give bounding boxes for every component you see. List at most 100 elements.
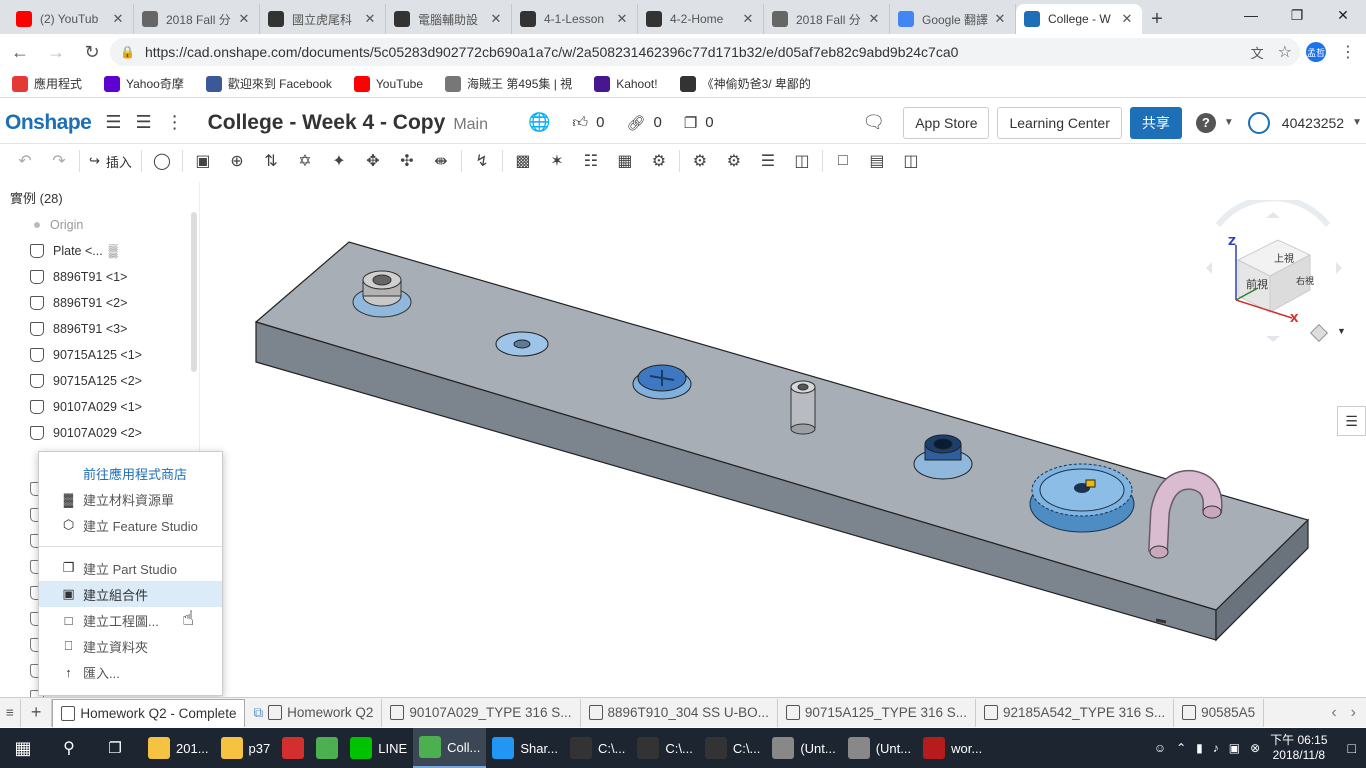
rotate-up-arrow-icon[interactable] xyxy=(1266,212,1280,218)
links-counter[interactable]: 🔗︎ 0 xyxy=(626,114,661,132)
bookmark-item[interactable]: Yahoo奇摩 xyxy=(104,75,184,92)
instance-origin[interactable]: Origin xyxy=(0,212,189,238)
url-field[interactable]: 🔒 https://cad.onshape.com/documents/5c05… xyxy=(110,38,1300,66)
bookmark-item[interactable]: 歡迎來到 Facebook xyxy=(205,75,332,92)
taskbar-app[interactable]: (Unt... xyxy=(842,728,917,768)
browser-tab[interactable]: Google 翻譯 ✕ xyxy=(890,4,1016,34)
rotate-down-arrow-icon[interactable] xyxy=(1266,336,1280,342)
planar-mate-icon[interactable]: ✡ xyxy=(288,146,322,176)
taskbar-app[interactable]: LINE xyxy=(344,728,413,768)
slider-mate-icon[interactable]: ⇅ xyxy=(254,146,288,176)
browser-tab[interactable]: 電腦輔助設 ✕ xyxy=(386,4,512,34)
ime-close-icon[interactable]: ⊗ xyxy=(1250,741,1260,755)
search-icon[interactable]: ⚲ xyxy=(46,728,92,768)
bookmark-item[interactable]: 《神偷奶爸3/ 卑鄙的 xyxy=(679,75,811,92)
branch-name[interactable]: Main xyxy=(453,116,488,134)
user-avatar-icon[interactable] xyxy=(1247,111,1270,134)
hamburger-menu-icon[interactable]: ☰ xyxy=(105,112,121,133)
onshape-logo[interactable]: Onshape xyxy=(5,111,92,135)
feature-list-icon[interactable]: ☰ xyxy=(136,112,152,133)
globe-icon[interactable]: 🌐 xyxy=(528,112,550,133)
minimize-icon[interactable]: — xyxy=(1228,0,1274,30)
taskbar-app[interactable]: wor... xyxy=(917,728,988,768)
close-window-icon[interactable]: ✕ xyxy=(1320,0,1366,30)
tangent-mate-icon[interactable]: ↯ xyxy=(465,146,499,176)
circular-pattern-icon[interactable]: ⚙ xyxy=(642,146,676,176)
scroll-tabs-right-icon[interactable]: › xyxy=(1351,704,1356,722)
bookmark-item[interactable]: YouTube xyxy=(353,75,423,92)
document-tab[interactable]: 90715A125_TYPE 316 S... xyxy=(778,698,976,727)
forward-icon[interactable]: → xyxy=(40,36,72,68)
chrome-menu-icon[interactable]: ⋮ xyxy=(1340,42,1356,62)
assembly-model[interactable] xyxy=(200,182,1366,694)
screw-relation-icon[interactable]: ☰ xyxy=(751,146,785,176)
pin-part[interactable] xyxy=(790,380,816,435)
graphics-viewport[interactable] xyxy=(200,182,1366,694)
likes-counter[interactable]: 👍︎ 0 xyxy=(572,114,604,132)
people-icon[interactable]: ☺ xyxy=(1154,741,1166,755)
instance-item[interactable]: 8896T91 <2> xyxy=(0,290,189,316)
document-tab[interactable]: 90585A5 xyxy=(1174,698,1265,727)
taskbar-app[interactable]: (Unt... xyxy=(766,728,841,768)
parallel-mate-icon[interactable]: ⇼ xyxy=(424,146,458,176)
taskbar-app[interactable] xyxy=(276,728,310,768)
instance-item[interactable]: Plate <... ▒ xyxy=(0,238,189,264)
menu-item-import[interactable]: ↑ 匯入... xyxy=(39,659,222,685)
taskbar-app[interactable] xyxy=(310,728,344,768)
plate-top-face[interactable] xyxy=(254,241,1310,611)
instance-item[interactable]: 90715A125 <2> xyxy=(0,368,189,394)
document-tab[interactable]: 8896T910_304 SS U-BO... xyxy=(581,698,778,727)
scroll-tabs-left-icon[interactable]: ‹ xyxy=(1331,704,1336,722)
document-tab[interactable]: 90107A029_TYPE 316 S... xyxy=(382,698,581,727)
measure-icon[interactable]: ◫ xyxy=(894,146,928,176)
insert-button[interactable]: ↪ 插入 xyxy=(83,152,138,171)
bookmark-item[interactable]: Kahoot! xyxy=(594,75,658,92)
instance-item[interactable]: 90715A125 <1> xyxy=(0,342,189,368)
pin-slot-mate-icon[interactable]: ✥ xyxy=(356,146,390,176)
instance-item[interactable]: 8896T91 <1> xyxy=(0,264,189,290)
menu-item-feature-studio[interactable]: ⬡ 建立 Feature Studio xyxy=(39,512,222,538)
taskbar-app[interactable]: C:\... xyxy=(699,728,766,768)
close-tab-icon[interactable]: ✕ xyxy=(111,11,125,27)
rack-pinion-icon[interactable]: ⚙ xyxy=(717,146,751,176)
standard-content-icon[interactable]: ◯ xyxy=(145,146,179,176)
user-dropdown-icon[interactable]: ▼ xyxy=(1352,117,1362,128)
menu-item-part-studio[interactable]: ❐ 建立 Part Studio xyxy=(39,555,222,581)
document-tab[interactable]: Homework Q2 - Complete xyxy=(52,698,246,727)
profile-avatar[interactable]: 孟哲 xyxy=(1306,42,1326,62)
browser-tab[interactable]: 2018 Fall 分 ✕ xyxy=(764,4,890,34)
reload-icon[interactable]: ↻ xyxy=(76,36,108,68)
taskbar-app[interactable]: p37 xyxy=(215,728,277,768)
bookmark-item[interactable]: 海賊王 第495集 | 視 xyxy=(445,75,572,92)
browser-tab[interactable]: College - W ✕ xyxy=(1016,4,1142,34)
fastened-mate-icon[interactable]: ▣ xyxy=(186,146,220,176)
close-tab-icon[interactable]: ✕ xyxy=(1120,11,1134,27)
menu-item-go-to-app-store[interactable]: 前往應用程式商店 xyxy=(39,460,222,486)
rotate-left-arrow-icon[interactable] xyxy=(1206,262,1212,274)
battery-icon[interactable]: ▮ xyxy=(1196,741,1203,755)
system-clock[interactable]: 下午 06:15 2018/11/8 xyxy=(1270,733,1327,763)
section-view-icon[interactable]: ▤ xyxy=(860,146,894,176)
appearance-panel-icon[interactable]: ☰ xyxy=(1337,406,1366,436)
add-tab-button[interactable]: + xyxy=(21,698,53,727)
help-dropdown-icon[interactable]: ▼ xyxy=(1224,117,1234,128)
group-icon[interactable]: ▩ xyxy=(506,146,540,176)
browser-tab[interactable]: 2018 Fall 分 ✕ xyxy=(134,4,260,34)
menu-item-drawing[interactable]: □ 建立工程圖... xyxy=(39,607,222,633)
close-tab-icon[interactable]: ✕ xyxy=(237,11,251,27)
spur-gear-part[interactable] xyxy=(1029,463,1135,533)
tray-overflow-icon[interactable]: ⌃ xyxy=(1176,741,1186,755)
ball-mate-icon[interactable]: ✣ xyxy=(390,146,424,176)
instance-item[interactable]: 8896T91 <3> xyxy=(0,316,189,342)
cylindrical-mate-icon[interactable]: ✦ xyxy=(322,146,356,176)
share-button[interactable]: 共享 xyxy=(1129,106,1182,139)
taskbar-app[interactable]: 201... xyxy=(142,728,215,768)
rotate-right-arrow-icon[interactable] xyxy=(1336,262,1342,274)
taskbar-app[interactable]: C:\... xyxy=(631,728,698,768)
browser-tab[interactable]: 4-1-Lesson ✕ xyxy=(512,4,638,34)
task-view-icon[interactable]: ❐ xyxy=(92,728,138,768)
network-icon[interactable]: ▣ xyxy=(1229,741,1240,755)
close-tab-icon[interactable]: ✕ xyxy=(741,11,755,27)
revolute-mate-icon[interactable]: ⊕ xyxy=(220,146,254,176)
new-tab-button[interactable]: + xyxy=(1142,4,1172,34)
